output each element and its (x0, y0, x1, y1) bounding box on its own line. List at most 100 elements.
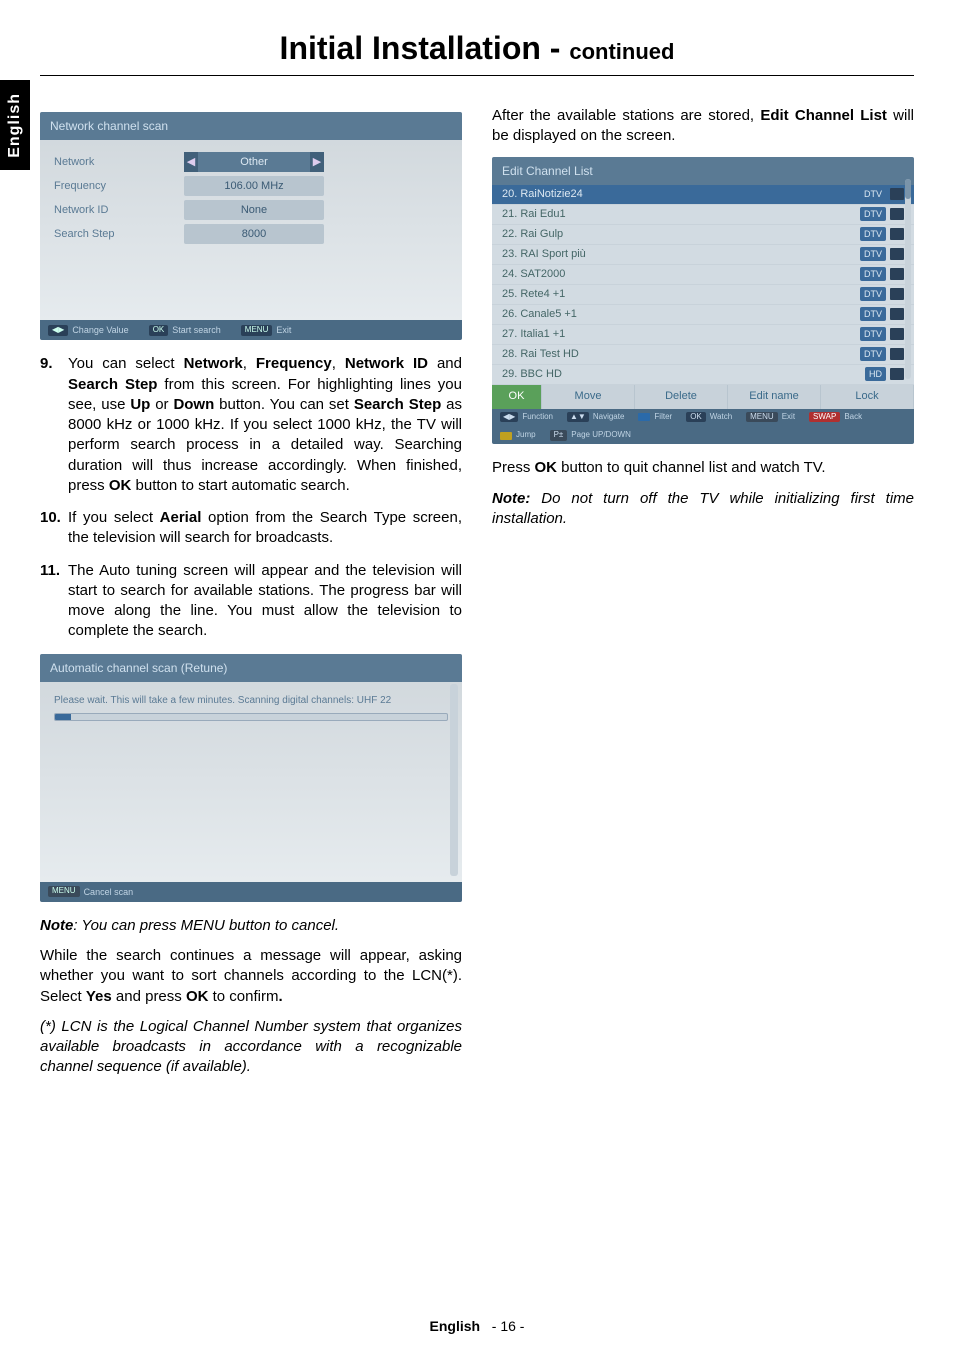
page-title-main: Initial Installation - (280, 30, 570, 66)
channel-list-row: 25. Rete4 +1 DTV (492, 285, 914, 305)
osd-edit-channel-list: Edit Channel List 20. RaiNotizie24DTV21.… (492, 157, 914, 445)
swap-key-icon: SWAP (809, 412, 840, 423)
osd-network-row: Search Step8000 (54, 222, 448, 246)
tv-icon (890, 208, 904, 220)
ecl-action-button: Delete (635, 385, 728, 409)
channel-name: 27. Italia1 +1 (502, 327, 856, 342)
press-ok-text: Press OK button to quit channel list and… (492, 458, 914, 478)
channel-name: 24. SAT2000 (502, 267, 856, 282)
osd-ecl-hint: SWAPBack (809, 412, 862, 423)
channel-name: 26. Canale5 +1 (502, 307, 856, 322)
language-side-tab: English (0, 80, 30, 170)
ecl-action-button: OK (492, 385, 542, 409)
osd-hint: OKStart search (149, 324, 221, 336)
channel-name: 28. Rai Test HD (502, 347, 856, 362)
osd-ecl-title: Edit Channel List (492, 157, 914, 185)
osd-network-row: Network IDNone (54, 198, 448, 222)
arrows-icon: ◀▶ (500, 412, 518, 423)
osd-ecl-scroll-thumb (905, 179, 911, 199)
osd-row-value: None (184, 200, 324, 220)
channel-type-tag: DTV (860, 267, 886, 281)
channel-list-row: 27. Italia1 +1 DTV (492, 325, 914, 345)
page-footer: English - 16 - (0, 1318, 954, 1334)
osd-ecl-scrollbar (905, 179, 911, 379)
step-9: 9. You can select Network, Frequency, Ne… (40, 354, 462, 496)
footer-page-number: - 16 - (492, 1318, 525, 1334)
progress-bar (54, 713, 448, 721)
tv-icon (890, 348, 904, 360)
ok-key-icon: OK (686, 412, 706, 423)
channel-type-tag: DTV (860, 287, 886, 301)
step-num: 9. (40, 354, 68, 496)
right-column: After the available stations are stored,… (492, 106, 914, 1088)
yellow-button-icon (500, 432, 512, 440)
tv-icon (890, 328, 904, 340)
osd-ecl-hint: OKWatch (686, 412, 732, 423)
channel-type-tag: HD (865, 367, 886, 381)
step-11: 11. The Auto tuning screen will appear a… (40, 561, 462, 642)
key-icon: ◀▶ (48, 325, 68, 336)
blue-button-icon (638, 413, 650, 421)
language-side-tab-label: English (6, 93, 24, 158)
key-icon: OK (149, 325, 169, 336)
ecl-action-button: Move (542, 385, 635, 409)
osd-ecl-hint: ◀▶Function (500, 412, 553, 423)
channel-name: 25. Rete4 +1 (502, 287, 856, 302)
footer-language: English (430, 1318, 481, 1334)
tv-icon (890, 248, 904, 260)
channel-type-tag: DTV (860, 207, 886, 221)
progress-fill (55, 714, 71, 720)
note-no-turnoff: Note: Do not turn off the TV while initi… (492, 489, 914, 530)
channel-name: 22. Rai Gulp (502, 227, 856, 242)
menu-key-icon: MENU (48, 886, 80, 897)
osd-scrollbar (450, 684, 458, 876)
menu-key-icon: MENU (746, 412, 778, 423)
channel-type-tag: DTV (860, 187, 886, 201)
osd-hint: MENUExit (241, 324, 292, 336)
osd-scan-message: Please wait. This will take a few minute… (54, 694, 448, 708)
tv-icon (890, 368, 904, 380)
osd-row-label: Network (54, 155, 144, 170)
arrow-right-icon: ▶ (310, 152, 324, 172)
channel-list-row: 28. Rai Test HD DTV (492, 345, 914, 365)
page-key-icon: P± (550, 430, 568, 441)
channel-type-tag: DTV (860, 247, 886, 261)
channel-name: 29. BBC HD (502, 367, 861, 382)
ecl-action-button: Edit name (728, 385, 821, 409)
osd-scan-hint: MENU Cancel scan (48, 886, 133, 898)
osd-row-value: 106.00 MHz (184, 176, 324, 196)
lcn-paragraph: While the search continues a message wil… (40, 946, 462, 1007)
tv-icon (890, 288, 904, 300)
key-icon: MENU (241, 325, 273, 336)
tv-icon (890, 188, 904, 200)
tv-icon (890, 308, 904, 320)
step-num: 10. (40, 508, 68, 549)
arrow-left-icon: ◀ (184, 152, 198, 172)
step-num: 11. (40, 561, 68, 642)
osd-ecl-hint: MENUExit (746, 412, 795, 423)
channel-list-row: 23. RAI Sport più DTV (492, 245, 914, 265)
channel-name: 20. RaiNotizie24 (502, 187, 856, 202)
lcn-footnote: (*) LCN is the Logical Channel Number sy… (40, 1017, 462, 1078)
page-title: Initial Installation - continued (0, 0, 954, 75)
channel-list-row: 20. RaiNotizie24 DTV (492, 185, 914, 205)
osd-hint: ◀▶Change Value (48, 324, 129, 336)
channel-type-tag: DTV (860, 347, 886, 361)
osd-network-title: Network channel scan (40, 112, 462, 140)
tv-icon (890, 228, 904, 240)
updown-icon: ▲▼ (567, 412, 589, 423)
osd-row-label: Frequency (54, 179, 144, 194)
channel-name: 23. RAI Sport più (502, 247, 856, 262)
osd-auto-scan: Automatic channel scan (Retune) Please w… (40, 654, 462, 902)
page-title-sub: continued (569, 39, 674, 64)
step-10: 10. If you select Aerial option from the… (40, 508, 462, 549)
channel-type-tag: DTV (860, 227, 886, 241)
tv-icon (890, 268, 904, 280)
osd-network-row: NetworkOther◀▶ (54, 150, 448, 174)
channel-list-row: 21. Rai Edu1DTV (492, 205, 914, 225)
osd-ecl-hint: ▲▼Navigate (567, 412, 624, 423)
ecl-action-button: Lock (821, 385, 914, 409)
osd-row-value: Other◀▶ (184, 152, 324, 172)
channel-type-tag: DTV (860, 327, 886, 341)
osd-ecl-hint: Jump (500, 430, 536, 441)
